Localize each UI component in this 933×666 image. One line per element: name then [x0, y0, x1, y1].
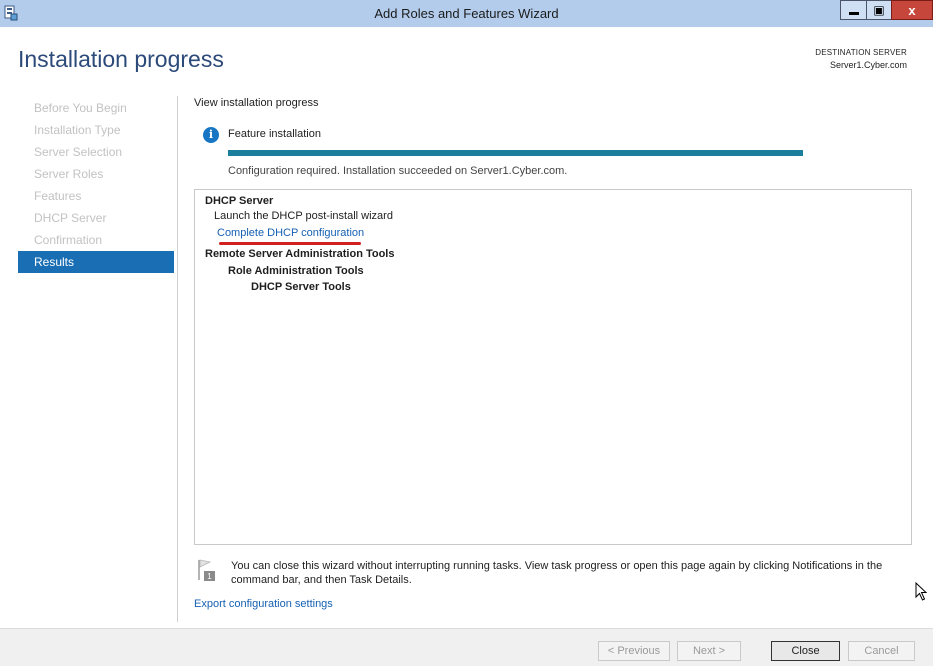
feature-installation-label: Feature installation	[228, 128, 321, 140]
title-bar: Add Roles and Features Wizard ▣ x	[0, 0, 933, 27]
close-wizard-note: You can close this wizard without interr…	[231, 560, 883, 586]
wizard-footer: < Previous Next > Close Cancel	[0, 628, 933, 666]
restore-icon: ▣	[873, 3, 885, 17]
destination-server-name: Server1.Cyber.com	[829, 60, 907, 70]
previous-button[interactable]: < Previous	[598, 641, 670, 661]
nav-item-confirmation[interactable]: Confirmation	[18, 229, 174, 251]
nav-item-features[interactable]: Features	[18, 185, 174, 207]
next-button[interactable]: Next >	[677, 641, 741, 661]
notification-badge: 1	[207, 572, 212, 581]
nav-item-dhcp-server[interactable]: DHCP Server	[18, 207, 174, 229]
page-title: Installation progress	[18, 46, 224, 72]
nav-item-installation-type[interactable]: Installation Type	[18, 119, 174, 141]
close-window-button[interactable]: x	[891, 0, 933, 20]
nav-item-results[interactable]: Results	[18, 251, 174, 273]
progress-fill	[228, 150, 803, 156]
installation-status-text: Configuration required. Installation suc…	[228, 165, 568, 177]
result-launch-wizard: Launch the DHCP post-install wizard	[214, 210, 393, 222]
cancel-button[interactable]: Cancel	[848, 641, 915, 661]
complete-dhcp-configuration-link[interactable]: Complete DHCP configuration	[217, 227, 364, 239]
export-configuration-link[interactable]: Export configuration settings	[194, 598, 333, 610]
close-icon: x	[908, 2, 916, 18]
nav-item-server-selection[interactable]: Server Selection	[18, 141, 174, 163]
nav-item-server-roles[interactable]: Server Roles	[18, 163, 174, 185]
close-button[interactable]: Close	[771, 641, 840, 661]
result-dhcp-server-tools: DHCP Server Tools	[251, 281, 351, 293]
minimize-button[interactable]	[840, 0, 867, 20]
result-dhcp-server: DHCP Server	[205, 195, 274, 207]
destination-server-label: DESTINATION SERVER	[815, 48, 907, 57]
installation-progress-bar	[228, 150, 803, 156]
result-rsat: Remote Server Administration Tools	[205, 248, 395, 260]
mouse-cursor-icon	[915, 582, 928, 601]
view-progress-label: View installation progress	[194, 97, 319, 109]
results-list: DHCP Server Launch the DHCP post-install…	[194, 189, 912, 545]
info-icon: i	[203, 127, 219, 143]
red-annotation-underline	[219, 242, 361, 245]
result-role-admin-tools: Role Administration Tools	[228, 265, 364, 277]
restore-button[interactable]: ▣	[866, 0, 892, 20]
window-title: Add Roles and Features Wizard	[374, 6, 559, 21]
notification-flag-icon: 1	[198, 559, 215, 581]
minimize-icon	[848, 11, 859, 15]
nav-item-before-you-begin[interactable]: Before You Begin	[18, 97, 174, 119]
wizard-steps-nav: Before You Begin Installation Type Serve…	[18, 97, 174, 273]
nav-divider	[177, 96, 178, 622]
